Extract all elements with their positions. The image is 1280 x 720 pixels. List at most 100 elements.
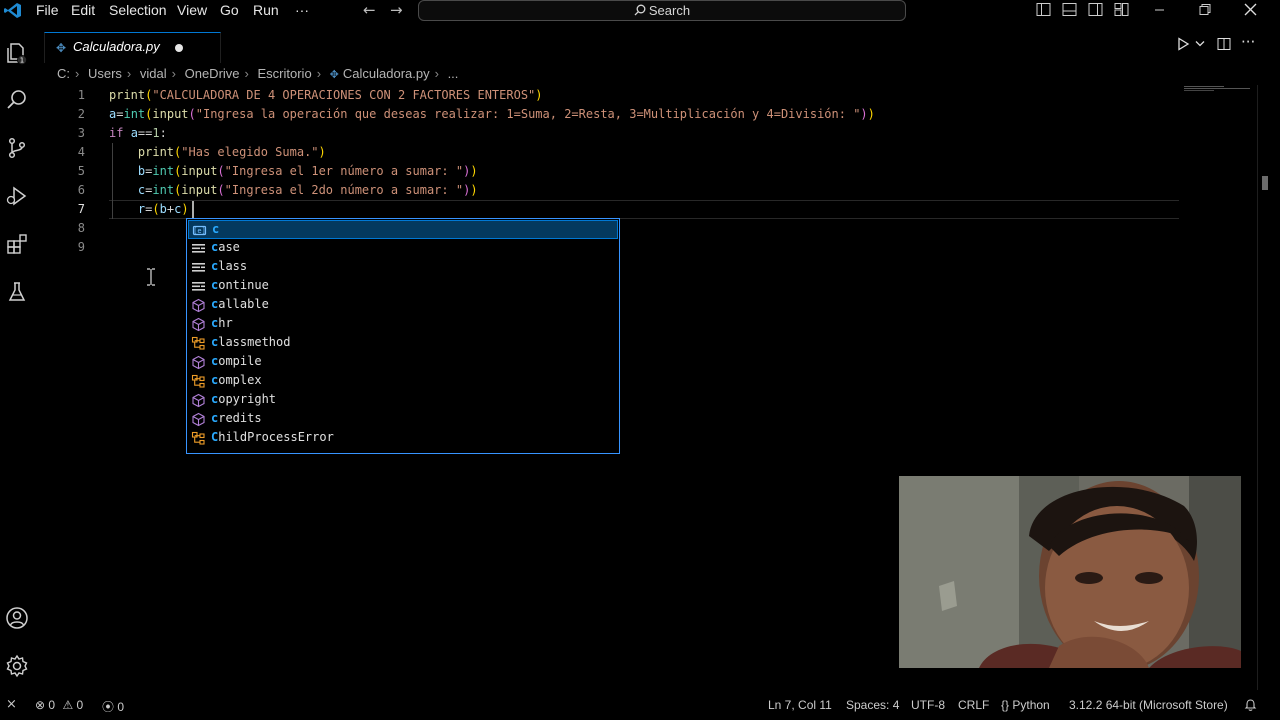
suggestion-item[interactable]: ChildProcessError <box>188 429 618 448</box>
run-python-file-icon[interactable] <box>1176 37 1190 51</box>
breadcrumb-item-c[interactable]: C: <box>57 66 70 81</box>
run-debug-icon[interactable] <box>5 184 29 208</box>
breadcrumb-item-file[interactable]: Calculadora.py <box>343 66 430 81</box>
toggle-primary-sidebar-icon[interactable] <box>1036 2 1051 17</box>
forward-arrow-icon[interactable]: → <box>390 1 403 19</box>
language-mode[interactable]: {} Python <box>1001 698 1050 712</box>
line-number: 6 <box>77 183 85 197</box>
breadcrumb-item-escritorio[interactable]: Escritorio <box>258 66 312 81</box>
python-interpreter[interactable]: 3.12.2 64-bit (Microsoft Store) <box>1069 698 1228 712</box>
search-sidebar-icon[interactable] <box>5 88 29 112</box>
tab-calculadora-py[interactable]: ✥ Calculadora.py <box>44 32 221 63</box>
suggestion-label: credits <box>211 411 262 425</box>
problems-indicator[interactable]: ⊗ 0 ⚠ 0 <box>35 698 83 712</box>
explorer-icon[interactable]: 1 <box>5 41 29 65</box>
svg-text:1: 1 <box>20 57 24 65</box>
suggestion-item[interactable]: class <box>188 258 618 277</box>
restore-icon[interactable] <box>1197 2 1212 17</box>
ports-count: 0 <box>117 700 125 714</box>
webcam-overlay <box>899 476 1241 668</box>
source-control-icon[interactable] <box>5 136 29 160</box>
more-actions-icon[interactable]: ··· <box>1241 33 1255 51</box>
code-line[interactable]: c=int(input("Ingresa el 2do número a sum… <box>109 181 478 200</box>
run-dropdown-chevron-icon[interactable] <box>1195 40 1205 48</box>
text-cursor-icon <box>147 268 155 286</box>
class-icon <box>191 374 206 389</box>
breadcrumb-item-vidal[interactable]: vidal <box>140 66 167 81</box>
line-number: 5 <box>77 164 85 178</box>
line-number-active: 7 <box>77 202 85 216</box>
close-window-icon[interactable] <box>1243 2 1258 17</box>
suggestion-item[interactable]: case <box>188 239 618 258</box>
settings-gear-icon[interactable] <box>5 654 29 678</box>
notifications-bell-icon[interactable] <box>1244 698 1257 712</box>
breadcrumb-item-onedrive[interactable]: OneDrive <box>185 66 240 81</box>
search-icon <box>634 4 646 16</box>
code-line[interactable]: a=int(input("Ingresa la operación que de… <box>109 105 875 124</box>
extensions-icon[interactable] <box>5 232 29 256</box>
code-line[interactable]: print("Has elegido Suma.") <box>109 143 326 162</box>
toggle-secondary-sidebar-icon[interactable] <box>1088 2 1103 17</box>
testing-flask-icon[interactable] <box>5 280 29 304</box>
breadcrumb-item-users[interactable]: Users <box>88 66 122 81</box>
menu-edit[interactable]: Edit <box>71 2 95 18</box>
minimap[interactable] <box>1184 86 1254 92</box>
breadcrumb-item-symbols[interactable]: ... <box>448 66 459 81</box>
accounts-icon[interactable] <box>5 606 29 630</box>
suggestion-item[interactable]: classmethod <box>188 334 618 353</box>
indentation-setting[interactable]: Spaces: 4 <box>846 698 899 712</box>
suggestion-item[interactable]: chr <box>188 315 618 334</box>
chevron-right-icon: › <box>434 66 439 81</box>
remote-indicator-icon[interactable]: ⨯ <box>6 696 17 712</box>
scrollbar-thumb[interactable] <box>1262 176 1268 190</box>
customize-layout-icon[interactable] <box>1114 2 1129 17</box>
eol-setting[interactable]: CRLF <box>958 698 989 712</box>
warning-icon: ⚠ <box>62 698 74 712</box>
suggestion-item[interactable]: copyright <box>188 391 618 410</box>
keyword-icon <box>191 260 206 275</box>
suggestion-label: compile <box>211 354 262 368</box>
suggestion-item[interactable]: callable <box>188 296 618 315</box>
encoding-setting[interactable]: UTF-8 <box>911 698 945 712</box>
cursor-position[interactable]: Ln 7, Col 11 <box>768 698 832 712</box>
line-number: 4 <box>77 145 85 159</box>
code-line[interactable]: if a==1: <box>109 124 167 143</box>
suggestion-label: case <box>211 240 240 254</box>
broadcast-icon: ⦿ <box>102 700 115 714</box>
menu-run[interactable]: Run <box>253 2 279 18</box>
unsaved-dot-icon[interactable] <box>175 44 183 52</box>
minimize-icon[interactable] <box>1152 2 1167 17</box>
menu-view[interactable]: View <box>177 2 207 18</box>
python-file-icon: ✥ <box>56 41 67 55</box>
ports-indicator[interactable]: ⦿ 0 <box>102 698 124 715</box>
suggestion-item[interactable]: complex <box>188 372 618 391</box>
text-caret <box>192 201 194 218</box>
suggestion-label: continue <box>211 278 269 292</box>
suggestion-item[interactable]: continue <box>188 277 618 296</box>
suggestion-item[interactable]: credits <box>188 410 618 429</box>
code-line[interactable]: r=(b+c) <box>109 200 189 219</box>
back-arrow-icon[interactable]: ← <box>363 1 376 19</box>
code-line[interactable]: print("CALCULADORA DE 4 OPERACIONES CON … <box>109 86 543 105</box>
menu-more[interactable]: ··· <box>295 2 309 18</box>
chevron-right-icon: › <box>244 66 249 81</box>
class-icon <box>191 431 206 446</box>
braces-icon: {} <box>1001 698 1010 712</box>
suggestion-item[interactable]: compile <box>188 353 618 372</box>
chevron-right-icon: › <box>171 66 176 81</box>
editor-tab-bar: ✥ Calculadora.py ··· <box>35 21 1280 63</box>
line-number: 8 <box>77 221 85 235</box>
menu-go[interactable]: Go <box>220 2 239 18</box>
keyword-icon <box>191 279 206 294</box>
code-line[interactable]: b=int(input("Ingresa el 1er número a sum… <box>109 162 478 181</box>
split-editor-icon[interactable] <box>1217 37 1231 51</box>
command-center-search[interactable]: Search <box>418 0 906 21</box>
menu-selection[interactable]: Selection <box>109 2 167 18</box>
toggle-panel-icon[interactable] <box>1062 2 1077 17</box>
menu-file[interactable]: File <box>36 2 59 18</box>
function-icon <box>191 412 206 427</box>
variable-icon: [e] <box>192 223 207 238</box>
suggestion-label: callable <box>211 297 269 311</box>
suggestion-item-selected[interactable]: [e] c <box>188 220 618 239</box>
suggest-widget[interactable]: [e] c case class continue callable chr classmet… <box>186 218 620 454</box>
